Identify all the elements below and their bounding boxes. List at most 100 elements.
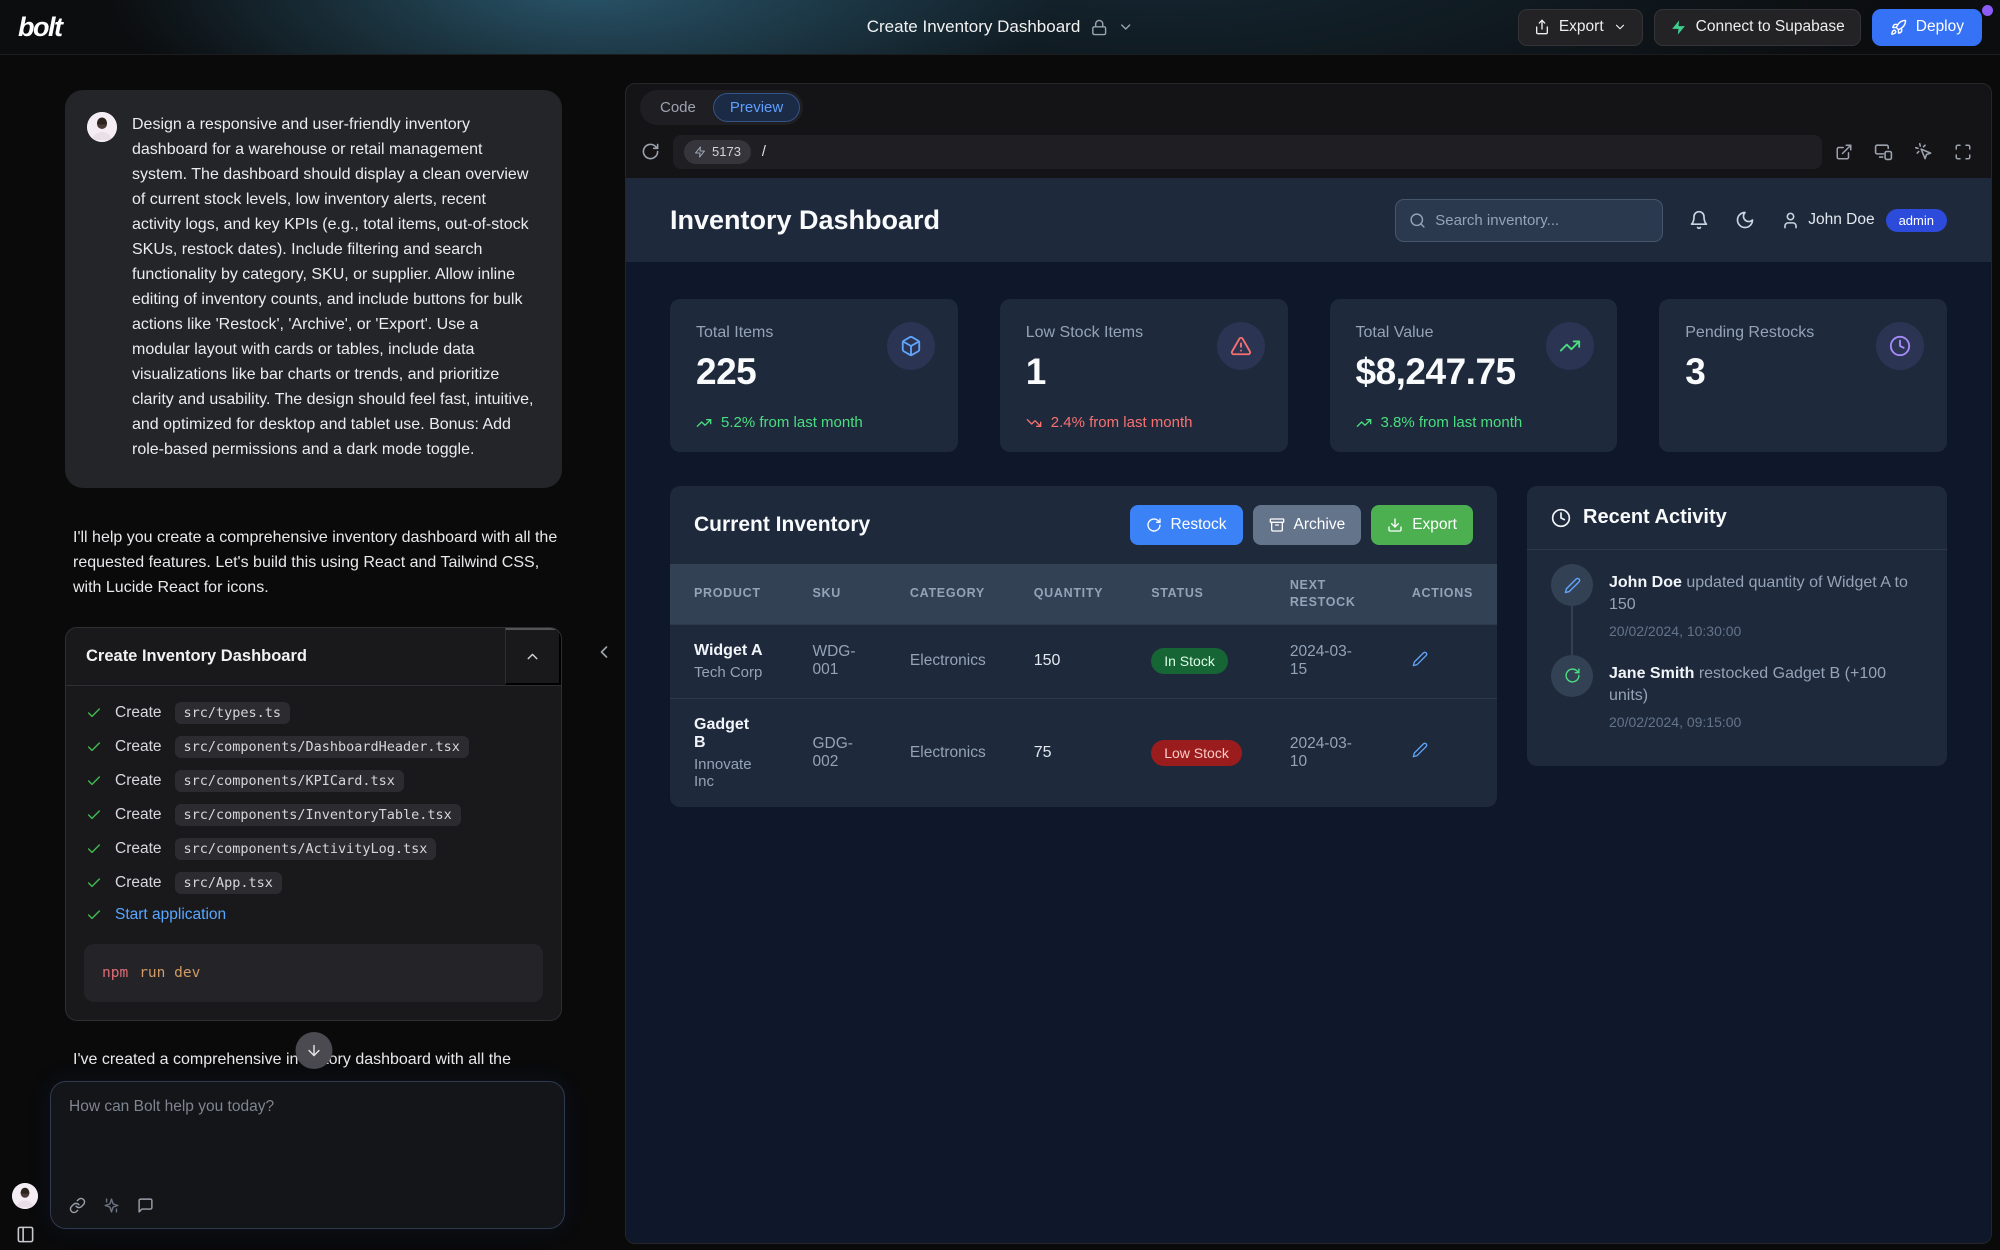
port-number: 5173 — [712, 144, 741, 159]
col-actions: Actions — [1388, 564, 1497, 624]
preview-panel: Code Preview 5173 / — [625, 83, 1992, 1244]
current-inventory-card: Current Inventory Restock Ar — [670, 486, 1497, 807]
fullscreen-button[interactable] — [1954, 143, 1972, 161]
connect-supabase-button[interactable]: Connect to Supabase — [1654, 9, 1861, 46]
recent-activity-card: Recent Activity John Doe — [1527, 486, 1947, 766]
open-external-button[interactable] — [1835, 143, 1853, 161]
quantity-cell[interactable]: 150 — [1010, 624, 1128, 698]
archive-button[interactable]: Archive — [1253, 505, 1362, 545]
link-icon — [69, 1197, 86, 1214]
notifications-button[interactable] — [1689, 210, 1709, 230]
project-title-menu[interactable]: Create Inventory Dashboard — [867, 17, 1134, 37]
sidebar-toggle-button[interactable] — [16, 1225, 35, 1244]
supabase-zap-icon — [1670, 19, 1687, 36]
main-content: Current Inventory Restock Ar — [626, 452, 1991, 841]
restock-button[interactable]: Restock — [1130, 505, 1243, 545]
file-chip[interactable]: src/types.ts — [175, 702, 291, 724]
chat-input-field[interactable] — [69, 1098, 546, 1182]
user-menu[interactable]: John Doe — [1781, 211, 1874, 230]
inspector-button[interactable] — [1914, 142, 1933, 161]
port-pill[interactable]: 5173 — [684, 140, 751, 164]
workflow-card: Create Inventory Dashboard Create src/ty… — [65, 627, 562, 1021]
reload-button[interactable] — [641, 142, 660, 161]
search-input[interactable] — [1435, 212, 1649, 229]
sparkles-icon — [103, 1197, 120, 1214]
status-badge: Low Stock — [1151, 740, 1242, 766]
col-quantity: Quantity — [1010, 564, 1128, 624]
url-field[interactable]: 5173 / — [673, 135, 1822, 169]
user-prompt-text: Design a responsive and user-friendly in… — [132, 112, 538, 462]
workflow-step-start: Start application — [84, 900, 543, 930]
check-icon — [86, 841, 102, 857]
pencil-icon — [1412, 742, 1428, 758]
user-message-bubble: Design a responsive and user-friendly in… — [65, 90, 562, 488]
workflow-step: Create src/components/KPICard.tsx — [84, 764, 543, 798]
product-supplier: Innovate Inc — [694, 756, 764, 790]
dark-mode-toggle[interactable] — [1735, 210, 1755, 230]
file-chip[interactable]: src/components/InventoryTable.tsx — [175, 804, 461, 826]
chat-panel: Design a responsive and user-friendly in… — [65, 90, 562, 1069]
scroll-to-bottom-button[interactable] — [295, 1032, 332, 1069]
chevron-down-icon — [1117, 19, 1133, 35]
file-chip[interactable]: src/components/DashboardHeader.tsx — [175, 736, 469, 758]
refresh-icon — [1551, 655, 1593, 697]
workflow-collapse-button[interactable] — [505, 628, 561, 685]
alert-triangle-icon — [1217, 322, 1265, 370]
reload-icon — [641, 142, 660, 161]
panel-left-icon — [16, 1225, 35, 1244]
product-supplier: Tech Corp — [694, 664, 764, 681]
collapse-chat-button[interactable] — [594, 642, 614, 662]
bolt-logo[interactable]: bolt — [18, 12, 61, 43]
discussion-mode-button[interactable] — [137, 1197, 154, 1214]
search-inventory-box[interactable] — [1395, 199, 1663, 242]
file-chip[interactable]: src/components/KPICard.tsx — [175, 770, 404, 792]
kpi-row: Total Items 225 5.2% from last month Low… — [626, 262, 1991, 452]
file-chip[interactable]: src/App.tsx — [175, 872, 282, 894]
file-chip[interactable]: src/components/ActivityLog.tsx — [175, 838, 437, 860]
inventory-title: Current Inventory — [694, 513, 870, 537]
start-application-link[interactable]: Start application — [115, 906, 226, 924]
check-icon — [86, 705, 102, 721]
chevron-down-icon — [1613, 20, 1627, 34]
edit-row-button[interactable] — [1412, 742, 1428, 758]
left-rail — [12, 1183, 38, 1244]
product-name: Widget A — [694, 642, 764, 660]
activity-item: Jane Smith restocked Gadget B (+100 unit… — [1551, 655, 1923, 746]
dashboard-header: Inventory Dashboard — [626, 178, 1991, 262]
next-restock-cell: 2024-03-10 — [1266, 698, 1388, 807]
workflow-step: Create src/components/InventoryTable.tsx — [84, 798, 543, 832]
notification-dot — [1982, 5, 1993, 16]
check-icon — [86, 739, 102, 755]
arrow-down-icon — [305, 1042, 322, 1059]
activity-timestamp: 20/02/2024, 09:15:00 — [1609, 714, 1923, 730]
kpi-card-total-value: Total Value $8,247.75 3.8% from last mon… — [1330, 299, 1618, 452]
clock-icon — [1876, 322, 1924, 370]
product-name: Gadget B — [694, 716, 764, 752]
kpi-card-pending-restocks: Pending Restocks 3 — [1659, 299, 1947, 452]
kpi-delta: 2.4% from last month — [1026, 414, 1193, 431]
trending-up-icon — [1356, 415, 1372, 431]
activity-item: John Doe updated quantity of Widget A to… — [1551, 564, 1923, 655]
page-title: Inventory Dashboard — [670, 205, 940, 236]
trending-up-icon — [1546, 322, 1594, 370]
pencil-icon — [1412, 651, 1428, 667]
deploy-button[interactable]: Deploy — [1872, 9, 1982, 46]
check-icon — [86, 907, 102, 923]
export-button[interactable]: Export — [1518, 9, 1643, 46]
col-sku: SKU — [788, 564, 885, 624]
attach-link-button[interactable] — [69, 1197, 86, 1214]
activity-timestamp: 20/02/2024, 10:30:00 — [1609, 623, 1923, 639]
chat-input-box[interactable] — [50, 1081, 565, 1229]
device-preview-button[interactable] — [1874, 142, 1893, 161]
package-icon — [887, 322, 935, 370]
account-avatar[interactable] — [12, 1183, 38, 1209]
check-icon — [86, 807, 102, 823]
export-inventory-button[interactable]: Export — [1371, 505, 1473, 545]
edit-row-button[interactable] — [1412, 651, 1428, 667]
enhance-prompt-button[interactable] — [103, 1197, 120, 1214]
tab-code[interactable]: Code — [643, 93, 713, 122]
sku-cell: GDG-002 — [788, 698, 885, 807]
quantity-cell[interactable]: 75 — [1010, 698, 1128, 807]
inventory-table: Product SKU Category Quantity Status Nex… — [670, 564, 1497, 807]
tab-preview[interactable]: Preview — [713, 93, 800, 122]
